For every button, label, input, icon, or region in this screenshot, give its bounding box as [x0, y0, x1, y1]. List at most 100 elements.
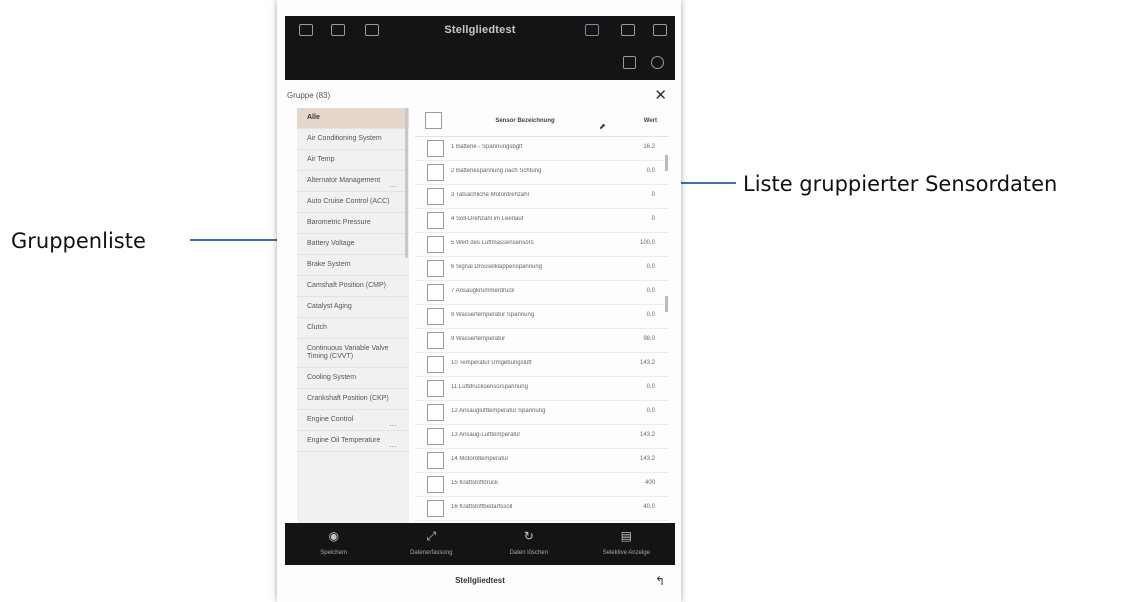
record-icon: ◉ [328, 529, 339, 543]
sensor-name: 9 Wassertemperatur [451, 336, 506, 342]
sidebar-item-label: Cooling System [307, 374, 357, 381]
sensor-row[interactable]: 16 Kraftstoffbedarfssoll 40.0 [415, 497, 669, 521]
toolbar-button-label: Speichern [320, 550, 348, 556]
row-checkbox[interactable] [427, 452, 444, 469]
sidebar-item-label: Battery Voltage [307, 240, 355, 247]
sidebar-item[interactable]: Alternator Management… [297, 171, 409, 192]
toolbar-button-label: Datenerfassung [410, 550, 453, 556]
sensor-name: 5 Wert des Luftmassensensors [451, 240, 534, 246]
sidebar-item[interactable]: Air Temp [297, 150, 409, 171]
row-checkbox[interactable] [427, 212, 444, 229]
sensor-row[interactable]: 1 Batterie - Spannungsbgft 16.2 [415, 137, 669, 161]
more-icon: … [389, 180, 397, 189]
bottom-toolbar: ◉ Speichern ⤢ Datenerfassung ↻ Daten löschen ▤… [285, 523, 675, 565]
column-header-name[interactable]: Sensor Bezeichnung [445, 118, 605, 124]
row-checkbox[interactable] [427, 476, 444, 493]
print-icon[interactable] [623, 56, 636, 69]
sensor-row[interactable]: 5 Wert des Luftmassensensors 100.0 [415, 233, 669, 257]
row-checkbox[interactable] [427, 236, 444, 253]
callout-group-list-label: Gruppenliste [11, 229, 146, 253]
back-icon[interactable]: ↰ [655, 574, 665, 588]
sensor-row[interactable]: 11 Luftdrucksensorspannung 0.0 [415, 377, 669, 401]
group-list: Alle Air Conditioning System Air Temp Alter… [297, 108, 409, 524]
sensor-name: 11 Luftdrucksensorspannung [451, 384, 528, 390]
sensor-value: 0.0 [646, 408, 655, 414]
sidebar-item[interactable]: Air Conditioning System [297, 129, 409, 150]
sensor-value: 16.2 [643, 144, 655, 150]
app-header: Stellgliedtest [285, 16, 675, 80]
group-count-label: Gruppe (83) [287, 91, 331, 100]
row-checkbox[interactable] [427, 164, 444, 181]
sensor-row[interactable]: 9 Wassertemperatur 98.0 [415, 329, 669, 353]
row-checkbox[interactable] [427, 404, 444, 421]
sensor-name: 1 Batterie - Spannungsbgft [451, 144, 523, 150]
sensor-row[interactable]: 7 Ansaugkrümmerdruck 0.0 [415, 281, 669, 305]
sensor-row[interactable]: 8 Wassertemperatur Spannung 0.0 [415, 305, 669, 329]
sidebar-item[interactable]: Catalyst Aging [297, 297, 409, 318]
page-title: Stellgliedtest [444, 24, 516, 36]
settings-icon[interactable] [651, 56, 664, 69]
screenshot-icon[interactable] [621, 24, 635, 36]
sensor-value: 143.2 [639, 360, 655, 366]
sidebar-item[interactable]: Barometric Pressure [297, 213, 409, 234]
row-checkbox[interactable] [427, 188, 444, 205]
sensor-list-scroll-thumb[interactable] [665, 296, 668, 312]
sidebar-item[interactable]: Crankshaft Position (CKP) [297, 389, 409, 410]
sensor-row[interactable]: 6 Signal Drosselklappenspannung 0.0 [415, 257, 669, 281]
toolbar-button[interactable]: ▤ Selektive Anzeige [578, 523, 676, 565]
sidebar-item[interactable]: Brake System [297, 255, 409, 276]
toolbar-button-label: Daten löschen [509, 550, 548, 556]
sensor-name: 10 Temperatur Umgebungsluft [451, 360, 532, 366]
sensor-value: 0.0 [646, 384, 655, 390]
toolbar-button[interactable]: ⤢ Datenerfassung [383, 523, 481, 565]
sensor-row[interactable]: 2 Batteriespannung nach Schtung 0.0 [415, 161, 669, 185]
row-checkbox[interactable] [427, 500, 444, 517]
toolbar-button[interactable]: ◉ Speichern [285, 523, 383, 565]
sidebar-item[interactable]: Engine Control… [297, 410, 409, 431]
sort-icon[interactable]: ⬈ [599, 122, 606, 131]
select-all-checkbox[interactable] [425, 112, 442, 129]
sidebar-item[interactable]: Clutch [297, 318, 409, 339]
group-list-scrollbar[interactable] [405, 108, 408, 258]
row-checkbox[interactable] [427, 332, 444, 349]
sidebar-item[interactable]: Battery Voltage [297, 234, 409, 255]
row-checkbox[interactable] [427, 428, 444, 445]
sensor-list-scrollbar[interactable] [665, 155, 668, 171]
sensor-value: 0.0 [646, 264, 655, 270]
callout-sensor-list-label: Liste gruppierter Sensordaten [743, 172, 1058, 196]
row-checkbox[interactable] [427, 140, 444, 157]
sidebar-item-label: Brake System [307, 261, 351, 268]
toolbar-button-label: Selektive Anzeige [602, 550, 650, 556]
sensor-row[interactable]: 12 Ansauglufttemperatur Spannung 0.0 [415, 401, 669, 425]
sidebar-item[interactable]: Continuous Variable Valve Timing (CVVT) [297, 339, 409, 368]
row-checkbox[interactable] [427, 380, 444, 397]
connection-icon[interactable] [585, 24, 599, 36]
row-checkbox[interactable] [427, 308, 444, 325]
sidebar-item[interactable]: Auto Cruise Control (ACC) [297, 192, 409, 213]
menu-icon[interactable] [653, 24, 667, 36]
sidebar-item-label: Engine Oil Temperature [307, 437, 381, 444]
sidebar-item-label: Auto Cruise Control (ACC) [307, 198, 390, 205]
sidebar-item[interactable]: Engine Oil Temperature… [297, 431, 409, 452]
sensor-list-header: Sensor Bezeichnung ⬈ Wert [415, 108, 669, 137]
row-checkbox[interactable] [427, 284, 444, 301]
sensor-row[interactable]: 4 Soll-Drehzahl im Leerlauf 0 [415, 209, 669, 233]
refresh-icon: ↻ [523, 529, 534, 543]
sensor-row[interactable]: 3 Tatsächliche Motordrehzahl 0 [415, 185, 669, 209]
close-icon[interactable]: ✕ [654, 86, 667, 104]
sidebar-item[interactable]: Camshaft Position (CMP) [297, 276, 409, 297]
row-checkbox[interactable] [427, 260, 444, 277]
footer-title: Stellgliedtest [455, 576, 505, 585]
sensor-row[interactable]: 10 Temperatur Umgebungsluft 143.2 [415, 353, 669, 377]
sidebar-item[interactable]: Cooling System [297, 368, 409, 389]
phone-screen: Stellgliedtest Gruppe (83) ✕ Alle Air Con… [277, 0, 681, 602]
row-checkbox[interactable] [427, 356, 444, 373]
sensor-row[interactable]: 13 Ansaug-Lufttemperatur 143.2 [415, 425, 669, 449]
sensor-value: 0.0 [646, 288, 655, 294]
sensor-name: 12 Ansauglufttemperatur Spannung [451, 408, 546, 414]
list-icon: ▤ [620, 529, 632, 543]
sensor-row[interactable]: 14 Motoröltemperatur 143.2 [415, 449, 669, 473]
sensor-row[interactable]: 15 Kraftstoffdruck 400 [415, 473, 669, 497]
toolbar-button[interactable]: ↻ Daten löschen [480, 523, 578, 565]
sidebar-item[interactable]: Alle [297, 108, 409, 129]
